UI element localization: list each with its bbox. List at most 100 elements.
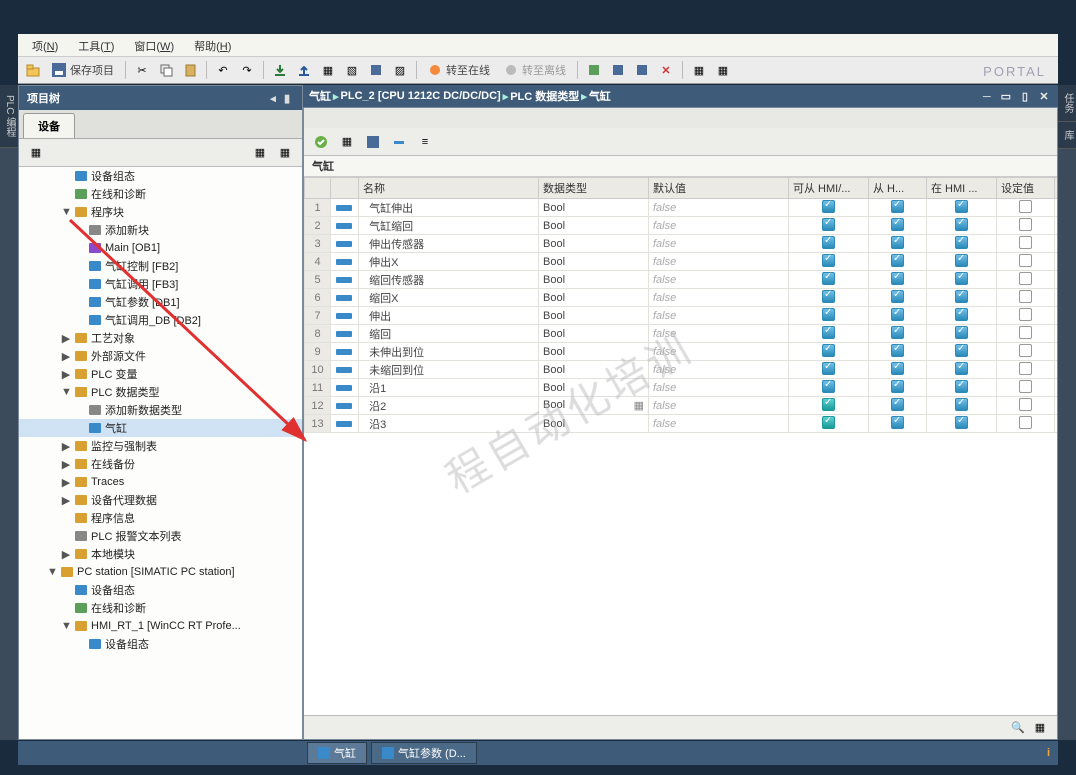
cell-default[interactable]: false [649,199,789,217]
copy-icon[interactable] [155,59,177,81]
tree-item[interactable]: ▼程序块 [19,203,302,221]
checkbox-icon[interactable] [891,308,904,321]
project-tree[interactable]: 设备组态在线和诊断▼程序块添加新块Main [OB1]气缸控制 [FB2]气缸调… [19,167,302,739]
redo-icon[interactable]: ↷ [236,59,258,81]
upload-icon[interactable] [293,59,315,81]
cell-datatype[interactable]: Bool [539,217,649,235]
checkbox-icon[interactable] [822,380,835,393]
collapse-icon[interactable]: ◂ [266,92,280,105]
menu-item[interactable]: 工具(T) [68,36,124,56]
cell-setpoint[interactable] [997,307,1055,325]
cell-setpoint[interactable] [997,217,1055,235]
tree-item[interactable]: ▶外部源文件 [19,347,302,365]
cell-setpoint[interactable] [997,415,1055,433]
expand-icon[interactable]: ▶ [61,494,71,507]
cell-datatype[interactable]: Bool [539,253,649,271]
tree-item[interactable]: 程序信息 [19,509,302,527]
table-row[interactable]: 6 缩回X Bool false [305,289,1058,307]
cell-default[interactable]: false [649,289,789,307]
toolbar-icon[interactable]: ▨ [389,59,411,81]
cell-visible[interactable] [927,217,997,235]
checkbox-icon[interactable] [955,344,968,357]
column-header[interactable]: 从 H... [869,178,927,199]
restore-icon[interactable]: ▭ [998,90,1014,103]
checkbox-icon[interactable] [891,200,904,213]
checkbox-icon[interactable] [1019,272,1032,285]
cell-writable[interactable] [869,235,927,253]
cell-visible[interactable] [927,325,997,343]
table-row[interactable]: 7 伸出 Bool false [305,307,1058,325]
cell-accessible[interactable] [789,361,869,379]
tree-item[interactable]: 在线和诊断 [19,185,302,203]
expand-icon[interactable]: ▶ [61,548,71,561]
column-header[interactable]: 设定值 [997,178,1055,199]
cell-visible[interactable] [927,307,997,325]
checkbox-icon[interactable] [822,254,835,267]
tree-item[interactable]: 设备组态 [19,581,302,599]
checkbox-icon[interactable] [955,236,968,249]
expand-icon[interactable]: ▼ [61,206,71,218]
checkbox-icon[interactable] [891,218,904,231]
table-row[interactable]: 1 气缸伸出 Bool false [305,199,1058,217]
save-project-button[interactable]: 保存项目 [46,62,120,78]
checkbox-icon[interactable] [822,398,835,411]
cell-datatype[interactable]: Bool [539,415,649,433]
tree-item[interactable]: 气缸 [19,419,302,437]
checkbox-icon[interactable] [1019,254,1032,267]
cell-accessible[interactable] [789,343,869,361]
cell-accessible[interactable] [789,379,869,397]
undo-icon[interactable]: ↶ [212,59,234,81]
cell-name[interactable]: 缩回X [359,289,539,307]
toolbar-icon[interactable]: ▧ [341,59,363,81]
taskbar-tab[interactable]: 气缸参数 (D... [371,742,477,764]
zoom-icon[interactable]: 🔍 [1007,717,1029,739]
tree-item[interactable]: 设备组态 [19,167,302,185]
crumb-part[interactable]: 气缸 [589,88,611,104]
cell-default[interactable]: false [649,271,789,289]
cell-visible[interactable] [927,289,997,307]
crumb-part[interactable]: PLC_2 [CPU 1212C DC/DC/DC] [341,90,501,102]
cell-setpoint[interactable] [997,253,1055,271]
side-tab-tasks[interactable]: 任务 [1058,85,1076,122]
cell-default[interactable]: false [649,379,789,397]
cell-name[interactable]: 未缩回到位 [359,361,539,379]
checkbox-icon[interactable] [955,362,968,375]
info-icon[interactable]: i [1039,747,1058,759]
cell-accessible[interactable] [789,307,869,325]
checkbox-icon[interactable] [822,326,835,339]
cell-name[interactable]: 未伸出到位 [359,343,539,361]
checkbox-icon[interactable] [822,308,835,321]
cell-writable[interactable] [869,361,927,379]
tree-item[interactable]: ▼HMI_RT_1 [WinCC RT Profe... [19,617,302,635]
cell-accessible[interactable] [789,397,869,415]
column-header[interactable]: 数据类型 [539,178,649,199]
cell-datatype[interactable]: Bool [539,307,649,325]
paste-icon[interactable] [179,59,201,81]
cell-default[interactable]: false [649,397,789,415]
cell-writable[interactable] [869,379,927,397]
column-header[interactable]: 可从 HMI/... [789,178,869,199]
checkbox-icon[interactable] [955,272,968,285]
expand-icon[interactable]: ▶ [61,476,71,489]
download-icon[interactable] [269,59,291,81]
tree-item[interactable]: 在线和诊断 [19,599,302,617]
checkbox-icon[interactable] [822,290,835,303]
column-header[interactable] [305,178,331,199]
crumb-part[interactable]: PLC 数据类型 [510,88,579,104]
tree-item[interactable]: ▶本地模块 [19,545,302,563]
cell-datatype[interactable]: Bool [539,199,649,217]
cell-setpoint[interactable] [997,361,1055,379]
compile-icon[interactable] [365,59,387,81]
toolbar-icon[interactable]: ▦ [712,59,734,81]
checkbox-icon[interactable] [955,416,968,429]
checkbox-icon[interactable] [822,416,835,429]
table-row[interactable]: 11 沿1 Bool false [305,379,1058,397]
cell-setpoint[interactable] [997,379,1055,397]
checkbox-icon[interactable] [822,218,835,231]
cell-accessible[interactable] [789,325,869,343]
column-header[interactable]: 在 HMI ... [927,178,997,199]
checkbox-icon[interactable] [955,200,968,213]
checkbox-icon[interactable] [891,326,904,339]
column-header[interactable]: 默认值 [649,178,789,199]
table-row[interactable]: 4 伸出X Bool false [305,253,1058,271]
